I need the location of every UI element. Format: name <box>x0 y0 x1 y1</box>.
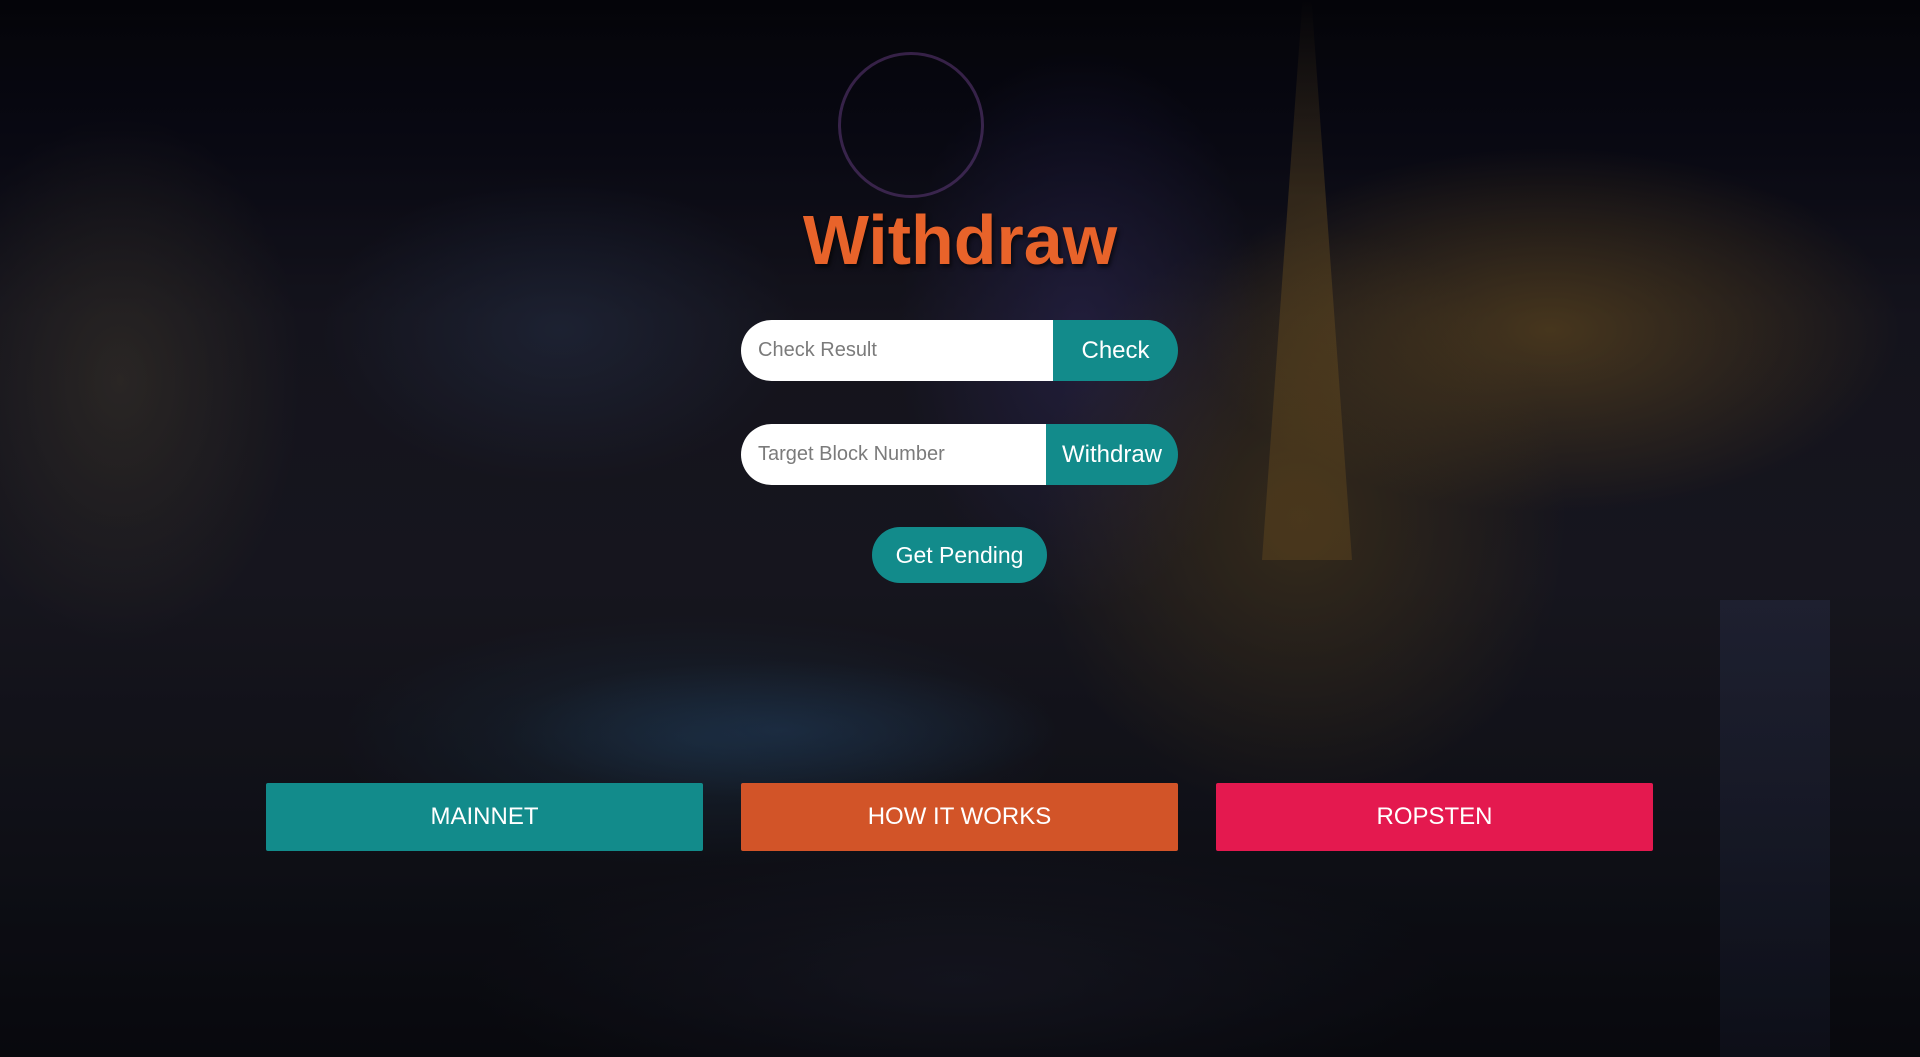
check-button[interactable]: Check <box>1053 320 1178 381</box>
check-result-input[interactable] <box>741 320 1053 381</box>
get-pending-button[interactable]: Get Pending <box>872 527 1047 583</box>
page-title: Withdraw <box>802 201 1118 279</box>
check-form: Check <box>741 320 1178 381</box>
target-block-number-input[interactable] <box>741 424 1046 485</box>
withdraw-button[interactable]: Withdraw <box>1046 424 1178 485</box>
page: Withdraw Check Withdraw Get Pending MAIN… <box>0 0 1920 1057</box>
mainnet-button[interactable]: MAINNET <box>266 783 703 851</box>
how-it-works-button[interactable]: HOW IT WORKS <box>741 783 1178 851</box>
ropsten-button[interactable]: ROPSTEN <box>1216 783 1653 851</box>
withdraw-form: Withdraw <box>741 424 1178 485</box>
